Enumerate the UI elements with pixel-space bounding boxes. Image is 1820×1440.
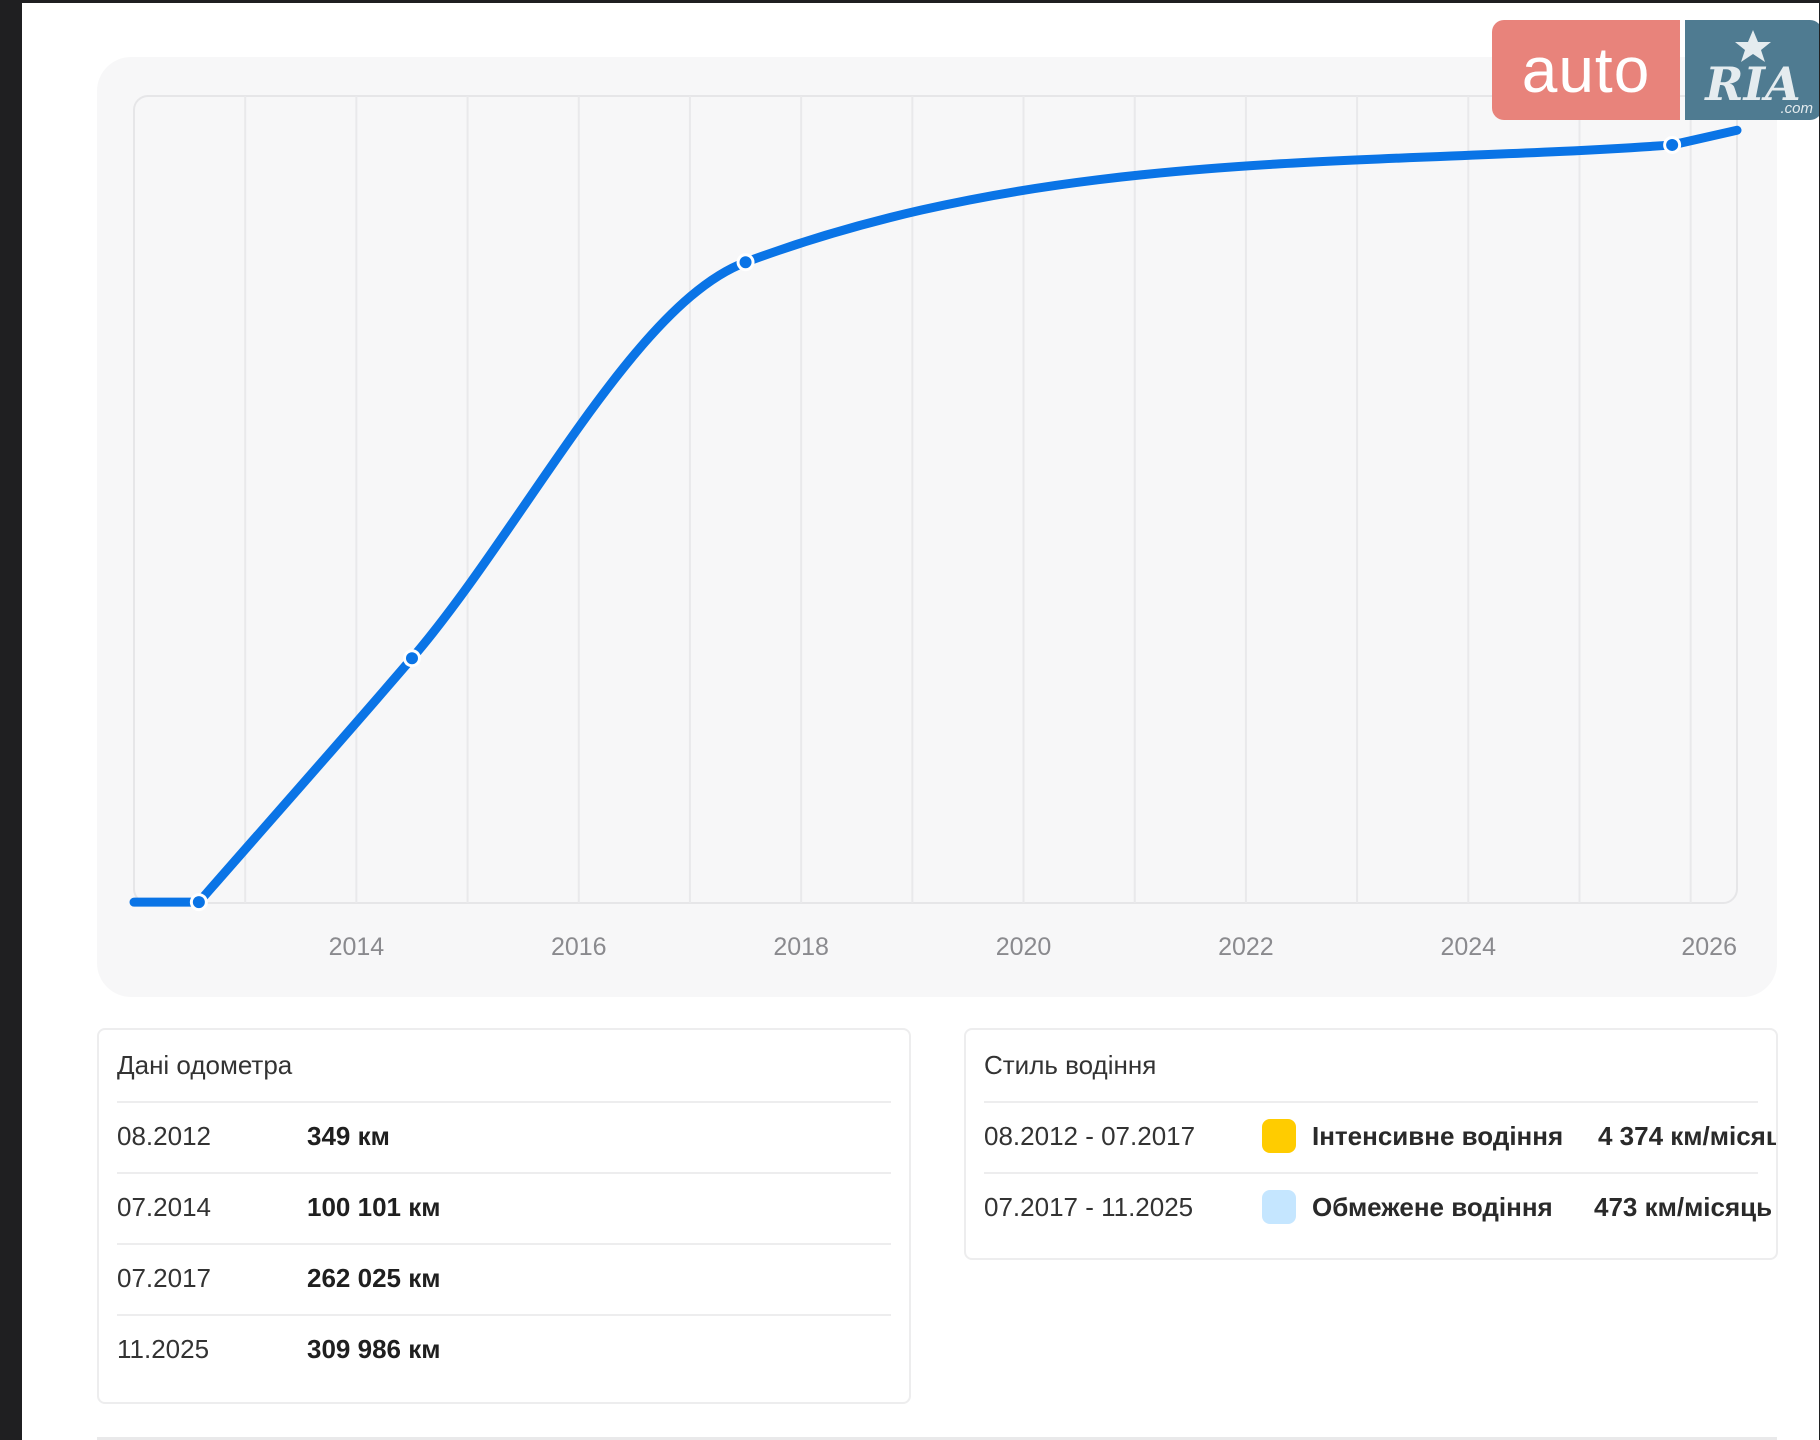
mileage-chart: 2014 2016 2018 2020 2022 2024 2026 (129, 95, 1742, 961)
x-tick-label: 2016 (551, 933, 607, 961)
data-point (192, 896, 205, 909)
odometer-date: 07.2017 (117, 1263, 211, 1293)
odometer-panel: Дані одометра 08.2012 349 км 07.2014 100… (97, 1028, 911, 1404)
x-tick-label: 2026 (1681, 933, 1737, 961)
page-frame: 2014 2016 2018 2020 2022 2024 2026 auto RIA .c… (22, 3, 1819, 1440)
plot-area (133, 95, 1738, 904)
driving-style-period: 08.2012 - 07.2017 (984, 1121, 1196, 1151)
limited-color-swatch (1262, 1190, 1296, 1224)
odometer-value: 262 025 км (307, 1263, 441, 1293)
x-tick-label: 2024 (1440, 933, 1496, 961)
odometer-value: 100 101 км (307, 1192, 441, 1222)
driving-style-rate: 4 374 км/місяць (1598, 1121, 1778, 1151)
driving-style-row: 07.2017 - 11.2025 Обмежене водіння 473 к… (984, 1172, 1772, 1244)
intensive-color-swatch (1262, 1119, 1296, 1153)
data-point (405, 652, 418, 665)
odometer-date: 11.2025 (117, 1334, 210, 1364)
data-point (1666, 138, 1679, 151)
autoria-logo[interactable]: auto RIA .com (1492, 20, 1819, 120)
odometer-row: 07.2017 262 025 км (117, 1243, 891, 1315)
x-tick-label: 2020 (996, 933, 1052, 961)
odometer-row: 11.2025 309 986 км (117, 1314, 891, 1386)
driving-style-title: Стиль водіння (984, 1050, 1157, 1080)
mileage-chart-card: 2014 2016 2018 2020 2022 2024 2026 (97, 57, 1777, 997)
driving-style-label: Інтенсивне водіння (1312, 1121, 1564, 1151)
odometer-title: Дані одометра (117, 1050, 293, 1080)
odometer-date: 07.2014 (117, 1192, 211, 1222)
x-tick-label: 2014 (329, 933, 385, 961)
driving-style-rate: 473 км/місяць (1594, 1192, 1773, 1222)
driving-style-row: 08.2012 - 07.2017 Інтенсивне водіння 4 3… (984, 1101, 1776, 1173)
logo-ria-block: RIA .com (1685, 20, 1819, 120)
data-point (739, 256, 752, 269)
driving-style-label: Обмежене водіння (1312, 1192, 1553, 1222)
x-tick-label: 2022 (1218, 933, 1274, 961)
x-tick-label: 2018 (773, 933, 829, 961)
odometer-date: 08.2012 (117, 1121, 211, 1151)
odometer-row: 08.2012 349 км (117, 1101, 891, 1173)
odometer-value: 309 986 км (307, 1334, 441, 1364)
logo-com-text: .com (1780, 100, 1813, 117)
odometer-value: 349 км (307, 1121, 390, 1151)
logo-auto-text: auto (1492, 20, 1680, 120)
driving-style-panel: Стиль водіння 08.2012 - 07.2017 Інтенсив… (964, 1028, 1778, 1260)
odometer-row: 07.2014 100 101 км (117, 1172, 891, 1244)
driving-style-period: 07.2017 - 11.2025 (984, 1192, 1194, 1222)
